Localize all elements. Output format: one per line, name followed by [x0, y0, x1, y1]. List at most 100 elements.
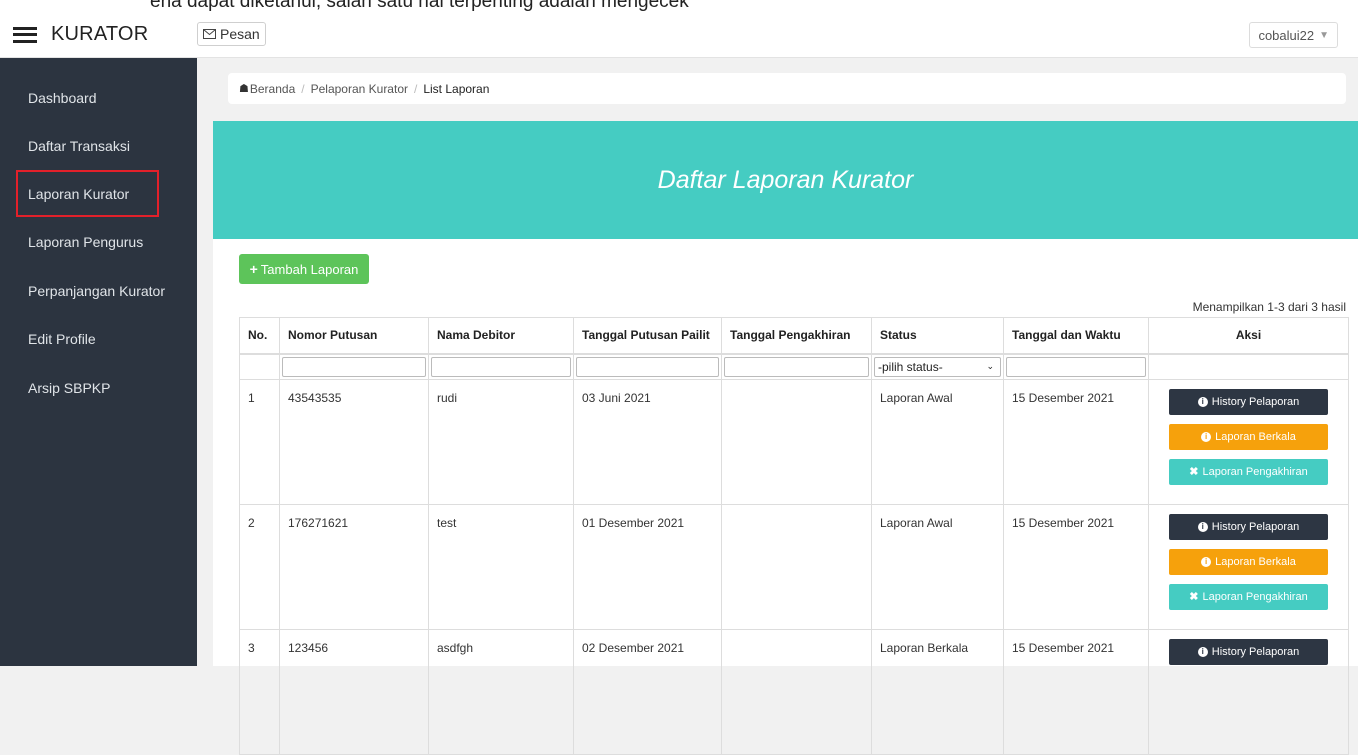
cell-nama-debitor: rudi [428, 378, 574, 505]
sidebar: Dashboard Daftar Transaksi Laporan Kurat… [0, 58, 197, 666]
close-icon: ✖ [1189, 466, 1199, 478]
cell-nama-debitor: test [428, 503, 574, 630]
close-icon: ✖ [1189, 591, 1199, 603]
sidebar-item-label: Edit Profile [28, 331, 96, 347]
brand: KURATOR [13, 23, 148, 46]
history-pelaporan-button[interactable]: i History Pelaporan [1169, 638, 1328, 665]
top-navbar: ena dapat diketahui, salah satu hal terp… [0, 0, 1358, 58]
caret-down-icon: ▼ [1319, 29, 1329, 41]
breadcrumb-separator: / [414, 81, 418, 96]
cell-aksi: i History Pelaporan i Laporan Berkala ✖ Lap… [1148, 503, 1349, 630]
sidebar-item-label: Arsip SBPKP [28, 380, 111, 396]
button-label: History Pelaporan [1211, 520, 1300, 533]
breadcrumb: ☗ Beranda / Pelaporan Kurator / List Lap… [228, 73, 1346, 104]
table-row: 3 123456 asdfgh 02 Desember 2021 Laporan… [239, 628, 1349, 755]
sidebar-item-dashboard[interactable]: Dashboard [0, 78, 197, 118]
result-summary: Menampilkan 1-3 dari 3 hasil [1192, 300, 1346, 314]
button-label: History Pelaporan [1211, 645, 1300, 658]
sidebar-item-label: Perpanjangan Kurator [28, 283, 165, 299]
pesan-button[interactable]: Pesan [197, 22, 266, 46]
filter-tanggal-putusan-input[interactable] [576, 356, 719, 377]
overlay-cutoff-text: ena dapat diketahui, salah satu hal terp… [150, 0, 689, 12]
cell-no: 1 [239, 378, 280, 505]
laporan-pengakhiran-button[interactable]: ✖ Laporan Pengakhiran [1169, 583, 1328, 610]
filter-row: -pilih status- ⌄ [239, 353, 1349, 380]
col-header-aksi: Aksi [1148, 317, 1349, 355]
cell-tanggal-waktu: 15 Desember 2021 [1003, 378, 1149, 505]
cell-tanggal-putusan: 03 Juni 2021 [573, 378, 722, 505]
sidebar-item-edit-profile[interactable]: Edit Profile [0, 319, 197, 359]
cell-status: Laporan Awal [871, 378, 1004, 505]
cell-status: Laporan Berkala [871, 628, 1004, 755]
username: cobalui22 [1258, 27, 1315, 43]
filter-cell-empty [239, 353, 280, 380]
sidebar-item-arsip-sbpkp[interactable]: Arsip SBPKP [0, 368, 197, 408]
brand-title: KURATOR [51, 23, 149, 45]
info-icon: i [1197, 521, 1208, 532]
info-icon: i [1201, 556, 1212, 567]
filter-nama-debitor-input[interactable] [431, 356, 571, 377]
sidebar-item-label: Dashboard [28, 90, 97, 106]
history-pelaporan-button[interactable]: i History Pelaporan [1169, 513, 1328, 540]
filter-nomor-putusan-input[interactable] [282, 356, 426, 377]
home-icon: ☗ [239, 83, 249, 95]
laporan-berkala-button[interactable]: i Laporan Berkala [1169, 423, 1328, 450]
table-header-row: No. Nomor Putusan Nama Debitor Tanggal P… [239, 317, 1349, 355]
breadcrumb-separator: / [301, 81, 305, 96]
sidebar-item-daftar-transaksi[interactable]: Daftar Transaksi [0, 126, 197, 166]
tambah-laporan-button[interactable]: + Tambah Laporan [239, 254, 369, 284]
col-header-tanggal-pengakhiran[interactable]: Tanggal Pengakhiran [721, 317, 872, 355]
table-row: 2 176271621 test 01 Desember 2021 Lapora… [239, 503, 1349, 630]
col-header-no[interactable]: No. [239, 317, 280, 355]
user-dropdown[interactable]: cobalui22 ▼ [1249, 22, 1338, 48]
cell-aksi: i History Pelaporan i Laporan Berkala ✖ Lap… [1148, 378, 1349, 505]
cell-no: 2 [239, 503, 280, 630]
cell-nomor-putusan: 176271621 [279, 503, 429, 630]
cell-nama-debitor: asdfgh [428, 628, 574, 755]
chevron-down-icon: ⌄ [986, 361, 994, 371]
breadcrumb-parent[interactable]: Pelaporan Kurator [311, 82, 408, 96]
button-label: History Pelaporan [1211, 395, 1300, 408]
cell-tanggal-waktu: 15 Desember 2021 [1003, 628, 1149, 755]
cell-nomor-putusan: 43543535 [279, 378, 429, 505]
sidebar-item-label: Daftar Transaksi [28, 138, 130, 154]
hamburger-menu-icon[interactable] [13, 26, 37, 43]
page-title: Daftar Laporan Kurator [657, 165, 914, 194]
col-header-nomor-putusan[interactable]: Nomor Putusan [279, 317, 429, 355]
button-label: Laporan Berkala [1215, 555, 1296, 568]
history-pelaporan-button[interactable]: i History Pelaporan [1169, 388, 1328, 415]
button-label: Laporan Pengakhiran [1202, 465, 1308, 478]
breadcrumb-current: List Laporan [423, 81, 490, 96]
col-header-status[interactable]: Status [871, 317, 1004, 355]
sidebar-item-label: Laporan Pengurus [28, 234, 144, 250]
filter-status-value: -pilih status- [878, 359, 943, 374]
laporan-pengakhiran-button[interactable]: ✖ Laporan Pengakhiran [1169, 458, 1328, 485]
main-panel: Daftar Laporan Kurator + Tambah Laporan … [213, 121, 1358, 755]
info-icon: i [1197, 646, 1208, 657]
tambah-laporan-label: Tambah Laporan [260, 261, 359, 277]
info-icon: i [1197, 396, 1208, 407]
sidebar-item-laporan-pengurus[interactable]: Laporan Pengurus [0, 222, 197, 262]
laporan-berkala-button[interactable]: i Laporan Berkala [1169, 548, 1328, 575]
filter-cell-empty [1148, 353, 1349, 380]
button-label: Laporan Pengakhiran [1202, 590, 1308, 603]
breadcrumb-home[interactable]: Beranda [250, 82, 295, 96]
sidebar-item-perpanjangan-kurator[interactable]: Perpanjangan Kurator [0, 271, 197, 311]
active-item-highlight [16, 170, 159, 217]
col-header-tanggal-putusan-pailit[interactable]: Tanggal Putusan Pailit [573, 317, 722, 355]
cell-nomor-putusan: 123456 [279, 628, 429, 755]
filter-tanggal-pengakhiran-input[interactable] [724, 356, 869, 377]
col-header-tanggal-waktu[interactable]: Tanggal dan Waktu [1003, 317, 1149, 355]
filter-tanggal-waktu-input[interactable] [1006, 356, 1146, 377]
panel-header: Daftar Laporan Kurator [213, 121, 1358, 239]
laporan-table: No. Nomor Putusan Nama Debitor Tanggal P… [239, 317, 1349, 755]
col-header-nama-debitor[interactable]: Nama Debitor [428, 317, 574, 355]
cell-tanggal-putusan: 01 Desember 2021 [573, 503, 722, 630]
filter-status-select[interactable]: -pilih status- ⌄ [874, 356, 1001, 377]
pesan-label: Pesan [220, 26, 260, 42]
cell-aksi: i History Pelaporan [1148, 628, 1349, 755]
cell-tanggal-pengakhiran [721, 378, 872, 505]
envelope-icon [203, 29, 216, 39]
plus-icon: + [249, 261, 258, 277]
cell-no: 3 [239, 628, 280, 755]
